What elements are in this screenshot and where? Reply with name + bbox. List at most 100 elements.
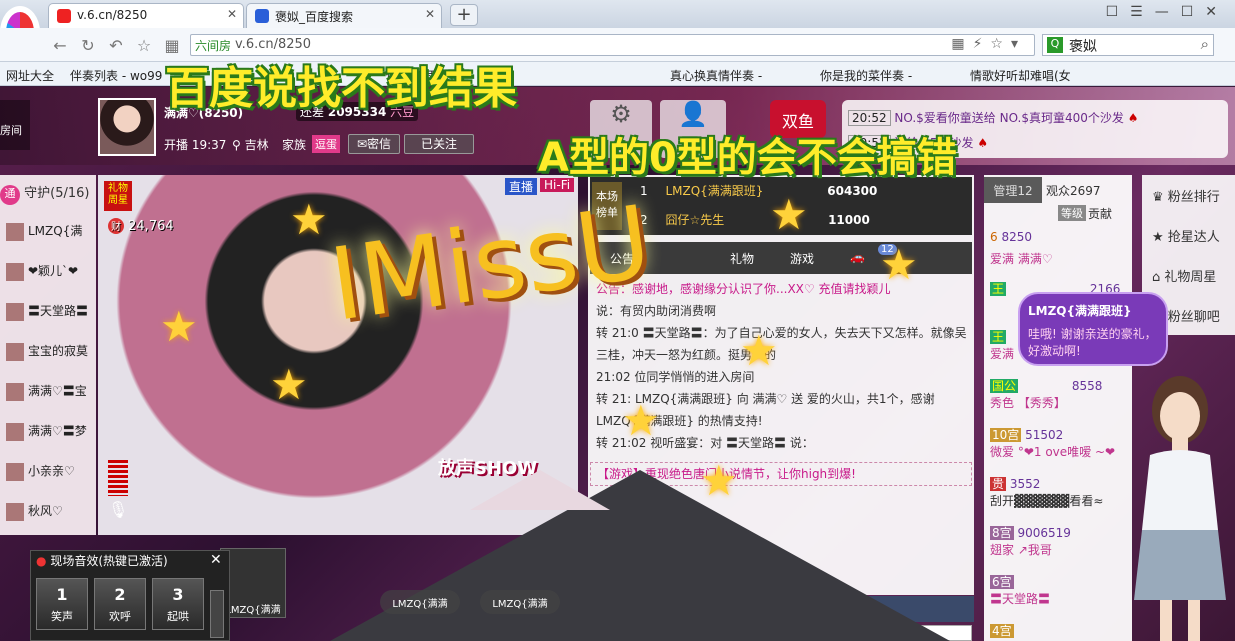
user-row[interactable]: 8宫 9006519 翅家 ↗我哥 xyxy=(990,524,1071,558)
fx-key-boo[interactable]: 3 起哄 xyxy=(152,578,204,630)
guard-item[interactable]: 小亲亲♡ xyxy=(6,462,94,486)
follow-button[interactable]: 已关注 xyxy=(404,134,474,154)
guard-name: 宝宝的寂莫 xyxy=(28,344,89,358)
url-text[interactable]: v.6.cn/8250 xyxy=(235,37,311,52)
gift-star-badge[interactable]: 礼物周星 xyxy=(104,181,132,211)
bookmark-item[interactable]: 你是我的菜伴奏 - xyxy=(820,67,912,84)
host-avatar[interactable] xyxy=(98,98,156,156)
location-text: 吉林 xyxy=(244,138,269,152)
family-badge[interactable]: 逗蛋 xyxy=(312,135,340,153)
guard-title-text: 守护(5/16) xyxy=(24,186,90,201)
avatar xyxy=(6,222,24,241)
user-row[interactable]: 国公 8558 秀色 【秀秀】 xyxy=(990,377,1102,411)
gift-thanks-bubble: LMZQ{满满跟班} 哇哦! 谢谢亲送的豪礼，好激动啊! xyxy=(1018,292,1168,366)
guard-item[interactable]: 〓天堂路〓 xyxy=(6,302,94,326)
star-icon[interactable]: ☆ xyxy=(134,36,154,56)
new-tab-button[interactable]: + xyxy=(450,4,478,26)
guard-name: 〓天堂路〓 xyxy=(28,304,89,318)
search-icon[interactable]: ⌕ xyxy=(1201,35,1209,53)
guard-name: 秋风♡ xyxy=(28,504,63,518)
bubble-text: 哇哦! 谢谢亲送的豪礼，好激动啊! xyxy=(1028,327,1157,358)
undo-icon[interactable]: ↶ xyxy=(106,36,126,56)
guard-item[interactable]: LMZQ{满 xyxy=(6,222,94,246)
live-info: 开播 19:37 xyxy=(164,136,226,153)
menu-gift-week[interactable]: ⌂ 礼物周星 xyxy=(1152,266,1216,285)
user-id: 51502 xyxy=(1025,428,1064,442)
window-controls[interactable]: ☐☰—☐✕ xyxy=(1106,4,1229,20)
guard-item[interactable]: 满满♡〓宝 xyxy=(6,382,94,406)
tab-gift[interactable]: 礼物 xyxy=(730,250,754,267)
message-label: 密信 xyxy=(367,137,392,151)
bookmark-item[interactable]: 真心换真情伴奏 - xyxy=(670,67,762,84)
menu-fans-rank[interactable]: ♛ 粉丝排行 xyxy=(1152,186,1220,205)
user-sub: 刮开▓▓▓▓▓▓看看≈ xyxy=(990,494,1104,508)
fx-key-num: 3 xyxy=(172,585,184,604)
guard-item[interactable]: 秋风♡ xyxy=(6,502,94,526)
tab-active[interactable]: v.6.cn/8250 ✕ xyxy=(48,3,244,28)
close-tab-icon[interactable]: ✕ xyxy=(227,7,237,21)
sort-level[interactable]: 等级 xyxy=(1058,205,1086,221)
user-badge: 10宫 xyxy=(990,428,1022,442)
guard-item[interactable]: ❤颖儿`❤ xyxy=(6,262,94,286)
star-icon: ★ xyxy=(770,190,808,239)
user-row[interactable]: 爱满 满满♡ xyxy=(990,250,1053,267)
fx-key-num: 2 xyxy=(114,585,126,604)
guard-item[interactable]: 满满♡〓梦 xyxy=(6,422,94,446)
message-button[interactable]: ✉密信 xyxy=(348,134,400,154)
close-icon[interactable]: ✕ xyxy=(210,552,222,568)
tab-game[interactable]: 游戏 xyxy=(790,250,814,267)
user-badge: 王 xyxy=(990,282,1007,296)
user-row[interactable]: 王爱满 xyxy=(990,328,1014,362)
user-sub: 秀色 【秀秀】 xyxy=(990,396,1066,410)
rank-row[interactable]: 2 囧仔☆先生 11000 xyxy=(640,211,870,228)
seat-item[interactable]: LMZQ{满满 xyxy=(480,590,560,614)
user-badge: 王 xyxy=(990,330,1007,344)
microphone-icon[interactable]: 🎙 xyxy=(108,500,128,522)
guard-item[interactable]: 宝宝的寂莫 xyxy=(6,342,94,366)
guard-name: ❤颖儿`❤ xyxy=(28,264,79,278)
search-input[interactable]: Q 褒姒 ⌕ xyxy=(1042,34,1214,56)
guard-icon: 通 xyxy=(0,185,20,205)
user-id: 3552 xyxy=(1009,477,1041,491)
address-actions-icon[interactable]: ▦⚡☆▾ xyxy=(951,36,1026,52)
tab-admin[interactable]: 管理12 xyxy=(984,177,1042,203)
bookmark-item[interactable]: 网址大全 xyxy=(6,67,54,84)
user-badge: 6宫 xyxy=(990,575,1014,589)
chat-line: 说：有贸内助闭消费啊 xyxy=(596,304,717,318)
location: ⚲ 吉林 xyxy=(232,136,269,153)
bookmark-item[interactable]: 伴奏列表 - wo99 xyxy=(70,67,162,84)
fx-key-cheer[interactable]: 2 欢呼 xyxy=(94,578,146,630)
room-tab[interactable]: 房间 xyxy=(0,100,30,150)
guard-name: LMZQ{满 xyxy=(28,224,83,238)
back-icon[interactable]: ← xyxy=(50,36,70,56)
user-row[interactable]: 6宫 〓天堂路〓 xyxy=(990,573,1050,607)
search-engine-icon: Q xyxy=(1047,37,1063,53)
guard-name: 小亲亲♡ xyxy=(28,464,75,478)
rank-row[interactable]: 1 LMZQ{满满跟班} 604300 xyxy=(640,182,877,199)
car-icon[interactable]: 🚗 xyxy=(850,250,865,264)
tab-audience[interactable]: 观众2697 xyxy=(1046,182,1101,199)
sort-contribution[interactable]: 贡献 xyxy=(1088,205,1112,222)
user-badge: 4宫 xyxy=(990,624,1014,638)
menu-star[interactable]: ★ 抢星达人 xyxy=(1152,226,1220,245)
refresh-icon[interactable]: ↻ xyxy=(78,36,98,56)
tab-baidu[interactable]: 褒姒_百度搜索 ✕ xyxy=(246,3,442,28)
user-row[interactable]: 4宫 xyxy=(990,622,1014,639)
menu-label: 礼物周星 xyxy=(1164,270,1217,285)
sofa-row: 20:52 NO.$爱看你童送给 NO.$真珂童400个沙发 ♠ xyxy=(848,109,1139,126)
user-row[interactable]: 贵 3552 刮开▓▓▓▓▓▓看看≈ xyxy=(990,475,1103,509)
guard-name: 满满♡〓宝 xyxy=(28,384,87,398)
user-sub: 微爱 °❤1 ove唯嗳 ~❤ xyxy=(990,445,1116,459)
fx-key-laugh[interactable]: 1 笑声 xyxy=(36,578,88,630)
wealth-icon: 财 xyxy=(108,218,124,234)
user-sub: 翅家 ↗我哥 xyxy=(990,543,1052,557)
seat-item[interactable]: LMZQ{满满 xyxy=(380,590,460,614)
bookmark-item[interactable]: 情歌好听却难唱(女 xyxy=(970,67,1071,84)
fx-scrollbar[interactable] xyxy=(210,590,224,638)
sofa-time: 20:52 xyxy=(848,110,891,126)
avatar xyxy=(6,462,24,481)
close-tab-icon[interactable]: ✕ xyxy=(425,7,435,21)
user-row[interactable]: 10宫 51502 微爱 °❤1 ove唯嗳 ~❤ xyxy=(990,426,1115,460)
user-row[interactable]: 6 8250 xyxy=(990,230,1032,244)
chat-messages: 公告：感谢地，感谢缘分认识了你...XX♡ 充值请找颖儿 说：有贸内助闭消费啊 … xyxy=(590,278,972,486)
